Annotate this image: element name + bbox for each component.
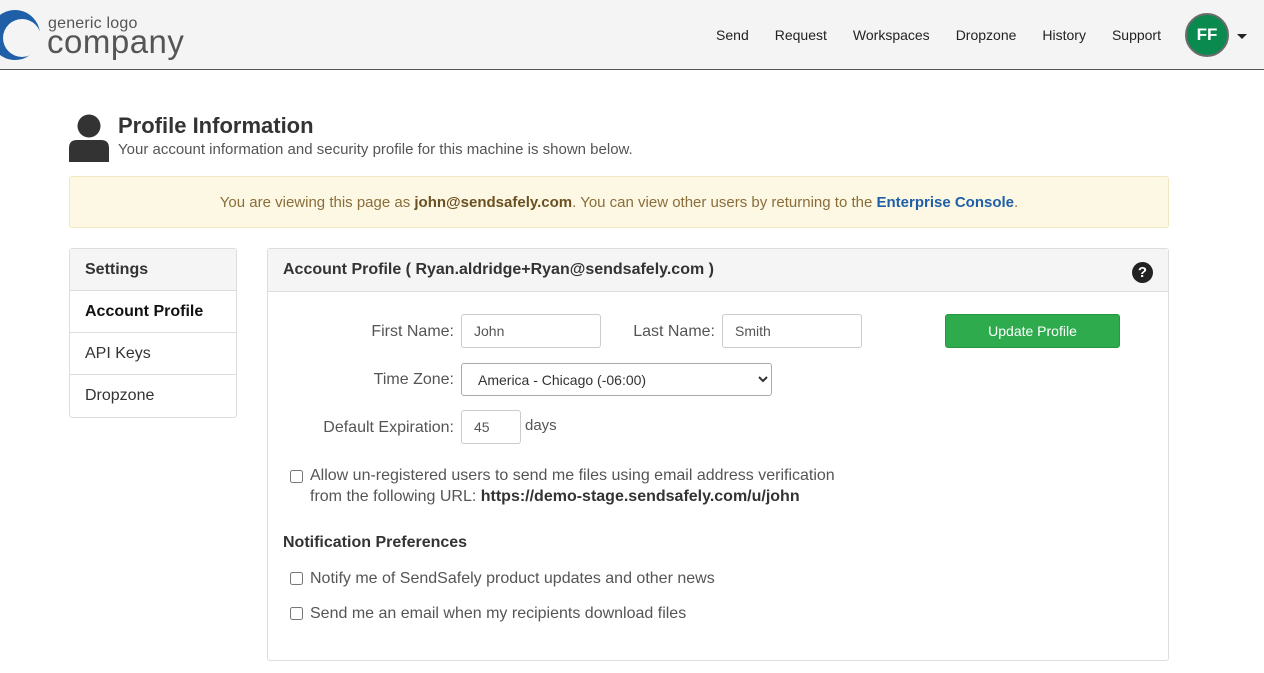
help-icon[interactable]: ?	[1132, 262, 1153, 283]
timezone-select[interactable]: America - Chicago (-06:00)	[461, 363, 772, 396]
update-profile-button[interactable]: Update Profile	[945, 314, 1120, 348]
allow-unregistered-line1: Allow un-registered users to send me fil…	[310, 467, 835, 484]
dropzone-url: https://demo-stage.sendsafely.com/u/john	[480, 488, 800, 505]
company-logo[interactable]: generic logo company	[0, 9, 200, 64]
alert-middle: . You can view other users by returning …	[572, 193, 873, 211]
notification-preferences-title: Notification Preferences	[283, 534, 468, 551]
default-expiration-label: Default Expiration:	[323, 419, 454, 436]
page-subtitle: Your account information and security pr…	[118, 141, 633, 158]
sidebar-item-account-profile[interactable]: Account Profile	[70, 291, 236, 333]
sidebar-item-api-keys[interactable]: API Keys	[70, 333, 236, 375]
last-name-label: Last Name:	[633, 323, 715, 340]
logo-swirl-icon	[0, 10, 41, 60]
nav-dropzone[interactable]: Dropzone	[943, 27, 1030, 43]
allow-unregistered-line2: from the following URL:	[310, 488, 481, 505]
account-profile-panel: Account Profile ( Ryan.aldridge+Ryan@sen…	[267, 248, 1169, 661]
nav-request[interactable]: Request	[762, 27, 840, 43]
nav-send[interactable]: Send	[703, 27, 762, 43]
nav-links: Send Request Workspaces Dropzone History…	[703, 0, 1174, 70]
expiration-unit-label: days	[525, 417, 557, 434]
top-navbar: generic logo company Send Request Worksp…	[0, 0, 1264, 70]
timezone-label: Time Zone:	[373, 371, 454, 388]
notify-updates-label: Notify me of SendSafely product updates …	[310, 570, 715, 587]
alert-email: john@sendsafely.com	[414, 193, 573, 211]
first-name-input[interactable]	[461, 314, 601, 348]
sidebar-item-dropzone[interactable]: Dropzone	[70, 375, 236, 417]
panel-header: Account Profile ( Ryan.aldridge+Ryan@sen…	[268, 249, 1168, 292]
logo-big-text: company	[47, 23, 185, 60]
page-title: Profile Information	[118, 113, 314, 138]
last-name-input[interactable]	[722, 314, 862, 348]
default-expiration-input[interactable]	[461, 410, 521, 444]
nav-support[interactable]: Support	[1099, 27, 1174, 43]
nav-workspaces[interactable]: Workspaces	[840, 27, 943, 43]
notify-updates-checkbox[interactable]	[290, 572, 303, 585]
user-avatar[interactable]: FF	[1185, 13, 1229, 57]
first-name-label: First Name:	[371, 323, 454, 340]
settings-sidebar: Settings Account Profile API Keys Dropzo…	[69, 248, 237, 418]
nav-history[interactable]: History	[1029, 27, 1099, 43]
chevron-down-icon[interactable]	[1237, 34, 1247, 39]
sidebar-heading: Settings	[70, 249, 236, 291]
allow-unregistered-checkbox[interactable]	[290, 470, 303, 483]
person-icon	[69, 114, 109, 162]
notify-download-checkbox[interactable]	[290, 607, 303, 620]
panel-title: Account Profile ( Ryan.aldridge+Ryan@sen…	[283, 261, 714, 278]
alert-suffix: .	[1014, 193, 1019, 211]
notify-download-label: Send me an email when my recipients down…	[310, 605, 687, 622]
enterprise-console-link[interactable]: Enterprise Console	[876, 194, 1014, 211]
alert-prefix: You are viewing this page as	[219, 193, 411, 211]
allow-unregistered-text: Allow un-registered users to send me fil…	[310, 465, 835, 507]
impersonation-alert: You are viewing this page as john@sendsa…	[69, 176, 1169, 228]
